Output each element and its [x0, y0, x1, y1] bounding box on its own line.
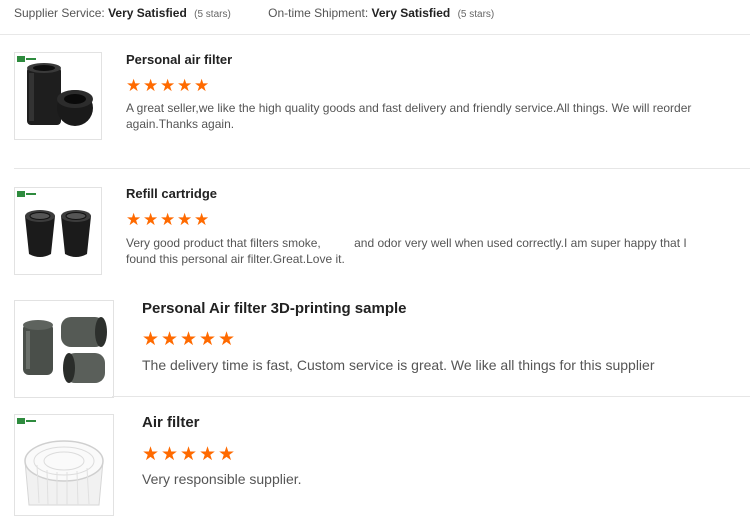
review-product-title[interactable]: Air filter — [142, 414, 200, 431]
supplier-service-label: Supplier Service: — [14, 6, 105, 20]
review-rating: ★ ★ ★ ★ ★ — [126, 211, 211, 228]
star-icon: ★ — [199, 329, 217, 350]
star-icon: ★ — [142, 444, 160, 465]
star-icon: ★ — [180, 329, 198, 350]
product-image-black-refill-cartridges[interactable] — [14, 187, 102, 275]
star-icon: ★ — [126, 210, 142, 229]
shipment-stars: (5 stars) — [457, 9, 495, 20]
star-icon: ★ — [194, 210, 210, 229]
summary-divider — [0, 34, 750, 35]
review-divider — [112, 396, 750, 397]
star-icon: ★ — [218, 444, 236, 465]
star-icon: ★ — [143, 210, 159, 229]
star-icon: ★ — [194, 76, 210, 95]
review-product-title[interactable]: Personal Air filter 3D-printing sample — [142, 300, 407, 317]
star-icon: ★ — [161, 444, 179, 465]
star-icon: ★ — [161, 329, 179, 350]
star-icon: ★ — [199, 444, 217, 465]
star-icon: ★ — [143, 76, 159, 95]
supplier-logo-icon — [17, 56, 36, 62]
review-divider — [14, 168, 750, 169]
review-text: A great seller,we like the high quality … — [126, 101, 692, 131]
review-rating: ★ ★ ★ ★ ★ — [142, 445, 237, 464]
star-icon: ★ — [160, 210, 176, 229]
review-text: The delivery time is fast, Custom servic… — [142, 357, 655, 373]
supplier-service-value: Very Satisfied — [108, 6, 187, 20]
star-icon: ★ — [160, 76, 176, 95]
star-icon: ★ — [142, 329, 160, 350]
star-icon: ★ — [180, 444, 198, 465]
review-rating: ★ ★ ★ ★ ★ — [126, 77, 211, 94]
product-image-white-round-air-filter[interactable] — [14, 414, 114, 516]
review-product-title[interactable]: Personal air filter — [126, 52, 232, 67]
star-icon: ★ — [126, 76, 142, 95]
supplier-service-rating: Supplier Service: Very Satisfied (5 star… — [14, 6, 231, 20]
product-photo — [17, 418, 104, 506]
star-icon: ★ — [177, 210, 193, 229]
product-photo — [17, 56, 93, 126]
star-icon: ★ — [218, 329, 236, 350]
supplier-service-stars: (5 stars) — [194, 9, 231, 20]
rating-summary: Supplier Service: Very Satisfied (5 star… — [14, 6, 494, 20]
shipment-label: On-time Shipment: — [268, 6, 369, 20]
review-product-title[interactable]: Refill cartridge — [126, 186, 217, 201]
product-image-grey-3d-printed-filter-samples[interactable] — [14, 300, 114, 398]
shipment-rating: On-time Shipment: Very Satisfied (5 star… — [268, 6, 494, 20]
star-icon: ★ — [177, 76, 193, 95]
review-text: Very good product that filters smoke, an… — [126, 236, 691, 266]
shipment-value: Very Satisfied — [371, 6, 451, 20]
product-photo — [17, 191, 91, 257]
product-image-black-cylinder-air-filters[interactable] — [14, 52, 102, 140]
product-photo — [23, 317, 107, 383]
supplier-logo-icon — [17, 191, 36, 197]
supplier-logo-icon — [17, 418, 36, 424]
review-text: Very responsible supplier. — [142, 471, 302, 487]
review-rating: ★ ★ ★ ★ ★ — [142, 330, 237, 349]
